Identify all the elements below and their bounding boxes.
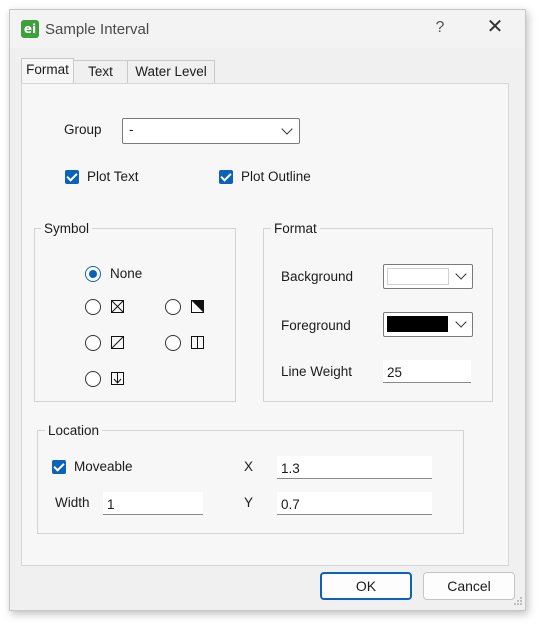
format-group-title: Format	[271, 221, 320, 236]
width-label: Width	[55, 495, 90, 510]
help-icon[interactable]: ?	[432, 19, 448, 37]
x-input[interactable]	[277, 456, 432, 479]
background-color-swatch	[387, 268, 449, 285]
line-weight-label: Line Weight	[281, 364, 353, 379]
plot-text-checkbox[interactable]	[65, 170, 79, 184]
plot-outline-checkbox[interactable]	[219, 170, 233, 184]
x-label: X	[244, 459, 254, 474]
chevron-down-icon	[455, 268, 467, 280]
symbol-box-x-radio[interactable]	[85, 299, 101, 315]
resize-grip-icon[interactable]	[513, 596, 523, 606]
tab-water-level[interactable]: Water Level	[127, 60, 215, 83]
symbol-box-vertical-radio[interactable]	[165, 335, 181, 351]
chevron-down-icon	[281, 123, 293, 135]
moveable-label: Moveable	[74, 459, 133, 474]
box-vertical-icon	[191, 336, 204, 349]
symbol-none-radio[interactable]	[85, 266, 101, 282]
symbol-box-triangle-radio[interactable]	[165, 299, 181, 315]
symbol-group	[34, 228, 236, 402]
symbol-group-title: Symbol	[41, 221, 93, 236]
format-tab-panel: Group - Plot Text Plot Outline Symbol No…	[21, 83, 509, 566]
symbol-none-label: None	[110, 266, 143, 281]
tab-text[interactable]: Text	[73, 60, 128, 83]
cancel-button[interactable]: Cancel	[423, 572, 515, 600]
sample-interval-dialog: ei Sample Interval ? ✕ Format Text Water…	[9, 9, 526, 611]
line-weight-input[interactable]	[383, 360, 471, 383]
foreground-label: Foreground	[281, 318, 351, 333]
close-icon[interactable]: ✕	[485, 16, 505, 38]
background-label: Background	[281, 269, 354, 284]
title-bar[interactable]: ei Sample Interval ? ✕	[10, 10, 525, 48]
location-group	[37, 430, 464, 534]
location-group-title: Location	[45, 423, 103, 438]
y-label: Y	[244, 495, 254, 510]
ok-button[interactable]: OK	[320, 572, 412, 600]
window-title: Sample Interval	[45, 21, 150, 38]
background-color-picker[interactable]	[383, 264, 473, 289]
box-arrow-down-icon	[111, 372, 124, 385]
group-dropdown[interactable]: -	[122, 118, 300, 144]
plot-text-label: Plot Text	[87, 169, 139, 184]
symbol-box-slash-radio[interactable]	[85, 335, 101, 351]
symbol-box-arrow-down-radio[interactable]	[85, 371, 101, 387]
group-value: -	[129, 122, 134, 137]
app-icon: ei	[21, 20, 39, 38]
plot-outline-label: Plot Outline	[241, 169, 311, 184]
y-input[interactable]	[277, 492, 432, 515]
box-x-icon	[111, 300, 124, 313]
foreground-color-picker[interactable]	[383, 312, 473, 337]
foreground-color-swatch	[387, 316, 448, 332]
box-triangle-icon	[191, 300, 204, 313]
box-slash-icon	[111, 336, 124, 349]
group-label: Group	[64, 122, 102, 137]
tab-format[interactable]: Format	[21, 58, 74, 84]
chevron-down-icon	[455, 316, 467, 328]
moveable-checkbox[interactable]	[52, 460, 66, 474]
width-input[interactable]	[103, 492, 203, 515]
